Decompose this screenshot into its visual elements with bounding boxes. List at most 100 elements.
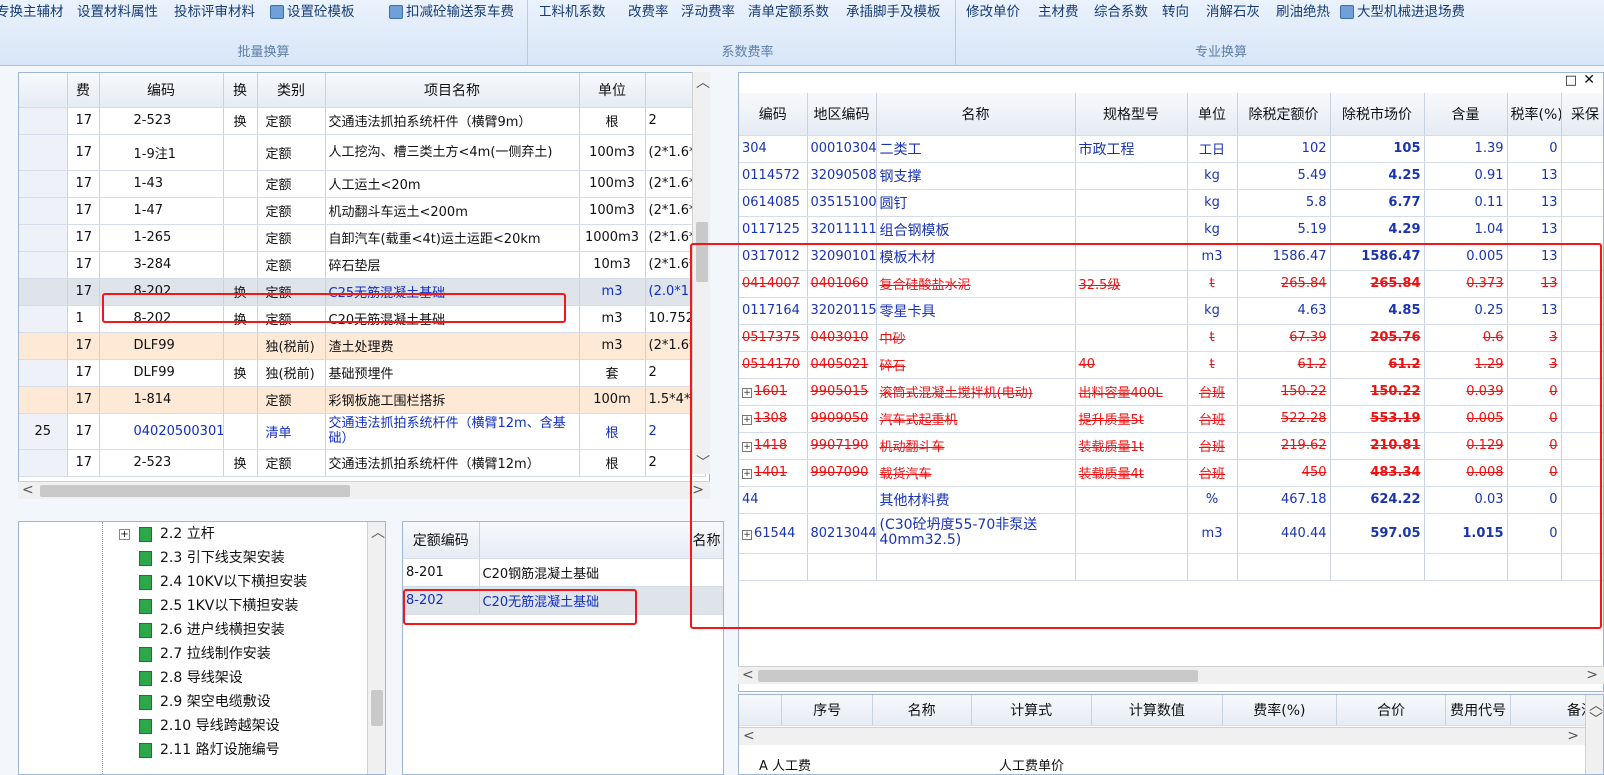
- market-price-header[interactable]: 除税市场价: [1330, 93, 1425, 136]
- content-header[interactable]: 含量: [1424, 93, 1508, 136]
- tree-node[interactable]: 2.10 导线跨越架设: [139, 714, 280, 738]
- quota-row[interactable]: 8-201 C20钢筋混凝土基础: [403, 558, 723, 587]
- quota-row[interactable]: 17 DLF99 独(税前) 渣土处理费 m3 (2*1.6*2: [19, 332, 706, 360]
- deduct-pump-truck-fee-button[interactable]: 扣减砼输送泵车费: [389, 0, 514, 24]
- tree-node[interactable]: 2.7 拉线制作安装: [139, 642, 271, 666]
- scroll-left-icon[interactable]: <: [22, 482, 34, 498]
- material-name-header[interactable]: 名称: [876, 93, 1076, 136]
- scroll-left-icon[interactable]: <: [743, 728, 755, 744]
- quota-row[interactable]: 17 1-47 定额 机动翻斗车运土<200m 100m3 (2*1.6*2: [19, 197, 706, 225]
- item-name-column-header[interactable]: 项目名称: [325, 73, 580, 108]
- fee-grid-vertical-scrollbar[interactable]: ︿ ﹀: [1585, 695, 1603, 774]
- set-material-attributes-button[interactable]: 设置材料属性: [77, 0, 158, 24]
- expand-row-icon[interactable]: +: [742, 442, 752, 452]
- material-row[interactable]: +1401 9907090 载货汽车 装载质量4t 台班 450 483.34 0.008 0: [739, 459, 1603, 487]
- tree-node[interactable]: 2.11 路灯设施编号: [139, 738, 280, 762]
- scroll-down-icon[interactable]: ﹀: [696, 452, 710, 472]
- tree-node[interactable]: 2.4 10KV以下横担安装: [139, 570, 307, 594]
- expand-row-icon[interactable]: +: [742, 388, 752, 398]
- quota-row[interactable]: 17 1-814 定额 彩钢板施工围栏搭拆 100m 1.5*4*2: [19, 386, 706, 414]
- quota-row[interactable]: 17 3-284 定额 碎石垫层 10m3 (2*1.6*0: [19, 251, 706, 279]
- quota-name-header[interactable]: 名称: [479, 522, 723, 559]
- scroll-up-icon[interactable]: ︿: [696, 72, 710, 92]
- bid-review-material-button[interactable]: 投标评审材料: [174, 0, 255, 24]
- quota-code-header[interactable]: 定额编码: [403, 522, 480, 559]
- expand-row-icon[interactable]: +: [742, 469, 752, 479]
- change-rate-button[interactable]: 改费率: [628, 0, 669, 24]
- procurement-header[interactable]: 采保: [1561, 93, 1603, 136]
- scroll-right-icon[interactable]: >: [1586, 667, 1598, 683]
- turn-direction-button[interactable]: 转向: [1162, 0, 1189, 24]
- material-row[interactable]: 0514170 0405021 碎石 40 t 61.2 61.2 1.29 3: [739, 351, 1603, 379]
- tree-node[interactable]: 2.9 架空电缆敷设: [139, 690, 271, 714]
- quota-row[interactable]: 17 DLF99 换独(税前) 基础预埋件套 2: [19, 359, 706, 387]
- quota-row[interactable]: 17 2-523 换定额 交通违法抓拍系统杆件（横臂9m）根 2: [19, 107, 706, 135]
- quota-row[interactable]: 17 8-202 换定额 C25无筋混凝土基础 m3 (2.0*1.6: [19, 278, 706, 306]
- quota-row-selected[interactable]: 8-202 C20无筋混凝土基础: [403, 586, 723, 615]
- material-row[interactable]: 0117164 32020115 零星卡具 kg 4.63 4.85 0.25 13: [739, 297, 1603, 325]
- quota-row[interactable]: 1 8-202 换定额 C20无筋混凝土基础 m3 10.752: [19, 305, 706, 333]
- set-concrete-template-button[interactable]: 设置砼模板: [270, 0, 355, 24]
- material-row[interactable]: +1601 9905015 滚筒式混凝土搅拌机(电动) 出料容量400L 台班 150.2…: [739, 378, 1603, 406]
- slaked-lime-button[interactable]: 消解石灰: [1206, 0, 1260, 24]
- tree-vertical-scrollbar[interactable]: ︿: [367, 522, 385, 774]
- main-grid-horizontal-scrollbar[interactable]: < >: [18, 481, 710, 499]
- socket-scaffold-template-button[interactable]: 承插脚手及模板: [846, 0, 941, 24]
- scrollbar-thumb[interactable]: [371, 690, 383, 726]
- quota-row[interactable]: 17 2-523 换定额 交通违法抓拍系统杆件（横臂12m）根 2: [19, 449, 706, 477]
- material-row[interactable]: 0414007 0401060 复合硅酸盐水泥 32.5级 t 265.84 265.84 0…: [739, 270, 1603, 298]
- material-row[interactable]: 304 00010304 二类工 市政工程 工日 102 105 1.39 0: [739, 135, 1603, 163]
- unit-column-header[interactable]: 单位: [579, 73, 646, 108]
- quota-row[interactable]: 17 1-9注1 定额 人工挖沟、槽三类土方<4m(一侧弃土) 100m3 (2*1.6*…: [19, 134, 706, 171]
- scrollbar-thumb[interactable]: [696, 222, 708, 282]
- main-material-fee-button[interactable]: 主材费: [1038, 0, 1079, 24]
- spec-model-header[interactable]: 规格型号: [1075, 93, 1188, 136]
- fee-value-header[interactable]: 计算数值: [1091, 695, 1223, 726]
- fee-name-header[interactable]: 名称: [872, 695, 972, 726]
- material-row[interactable]: +61544 80213044 (C30砼坍度55-70非泵送40mm32.5) m3…: [739, 513, 1603, 554]
- close-icon[interactable]: ✕: [1583, 73, 1595, 88]
- paint-insulation-button[interactable]: 刷油绝热: [1276, 0, 1330, 24]
- material-row[interactable]: 0517375 0403010 中砂 t 67.39 205.76 0.6 3: [739, 324, 1603, 352]
- expand-row-icon[interactable]: +: [742, 415, 752, 425]
- tree-node[interactable]: 2.6 进户线横担安装: [139, 618, 285, 642]
- fee-total-header[interactable]: 合价: [1336, 695, 1447, 726]
- scroll-left-icon[interactable]: <: [742, 667, 754, 683]
- material-unit-header[interactable]: 单位: [1187, 93, 1238, 136]
- fee-rate-header[interactable]: 费率(%): [1222, 695, 1337, 726]
- category-column-header[interactable]: 类别: [257, 73, 326, 108]
- main-grid-vertical-scrollbar[interactable]: ︿ ﹀: [692, 72, 710, 474]
- tree-node[interactable]: 2.2 立杆: [139, 522, 215, 546]
- empty-row[interactable]: [739, 553, 1603, 581]
- quota-row[interactable]: 17 1-265 定额 自卸汽车(载重<4t)运土运距<20km 1000m3 (2*1.…: [19, 224, 706, 252]
- scrollbar-thumb[interactable]: [40, 485, 350, 497]
- fee-column-header[interactable]: 费: [67, 73, 100, 108]
- expand-row-icon[interactable]: +: [742, 529, 752, 540]
- tree-node[interactable]: 2.8 导线架设: [139, 666, 243, 690]
- material-grid-horizontal-scrollbar[interactable]: < >: [738, 666, 1604, 684]
- floating-rate-button[interactable]: 浮动费率: [681, 0, 735, 24]
- material-row[interactable]: 0114572 32090508 钢支撑 kg 5.49 4.25 0.91 13: [739, 162, 1603, 190]
- scroll-up-icon[interactable]: ︿: [371, 522, 385, 542]
- quota-row[interactable]: 17 1-43 定额 人工运土<20m 100m3 (2*1.6*2: [19, 170, 706, 198]
- material-row[interactable]: +1418 9907190 机动翻斗车 装载质量1t 台班 219.62 210.81 0.1…: [739, 432, 1603, 460]
- composite-coefficient-button[interactable]: 综合系数: [1094, 0, 1148, 24]
- tree-node[interactable]: 2.3 引下线支架安装: [139, 546, 285, 570]
- material-row[interactable]: 0614085 03515100 圆钉 kg 5.8 6.77 0.11 13: [739, 189, 1603, 217]
- maximize-icon[interactable]: □: [1565, 73, 1577, 88]
- scroll-right-icon[interactable]: >: [1567, 728, 1579, 744]
- area-code-header[interactable]: 地区编码: [807, 93, 877, 136]
- scroll-right-icon[interactable]: >: [692, 482, 704, 498]
- scroll-down-icon[interactable]: ﹀: [1589, 709, 1603, 729]
- modify-unit-price-button[interactable]: 修改单价: [966, 0, 1020, 24]
- tree-node[interactable]: 2.5 1KV以下横担安装: [139, 594, 298, 618]
- fee-formula-header[interactable]: 计算式: [971, 695, 1092, 726]
- replace-main-aux-material-button[interactable]: 专换主辅材: [0, 0, 64, 24]
- replace-column-header[interactable]: 换: [223, 73, 258, 108]
- material-row[interactable]: +1308 9909050 汽车式起重机 提升质量5t 台班 522.28 553.19 0.…: [739, 405, 1603, 433]
- code-column-header[interactable]: 编码: [99, 73, 224, 108]
- material-row[interactable]: 0317012 32090101 模板木材 m3 1586.47 1586.47 0.005…: [739, 243, 1603, 271]
- quota-row[interactable]: 25 17 040205003018 清单 交通违法抓拍系统杆件（横臂12m、含基础）根…: [19, 413, 706, 450]
- bill-quota-coefficient-button[interactable]: 清单定额系数: [748, 0, 829, 24]
- fee-code-header[interactable]: 费用代号: [1445, 695, 1511, 726]
